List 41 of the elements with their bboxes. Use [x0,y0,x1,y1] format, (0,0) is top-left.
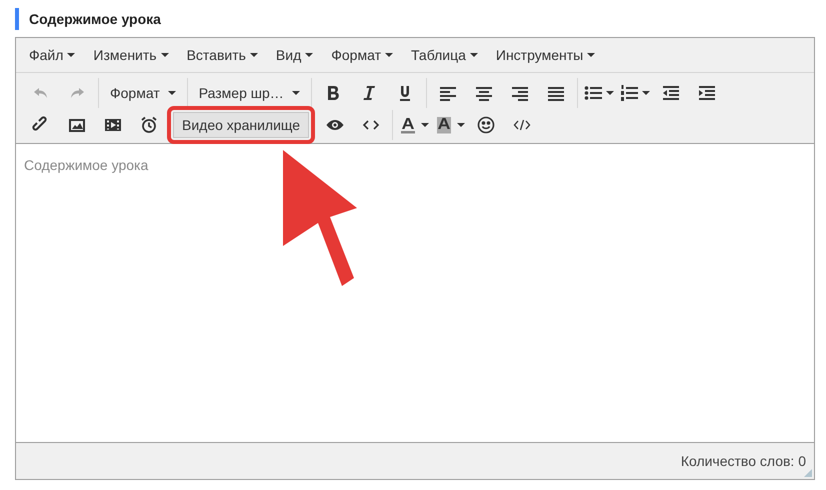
film-icon [104,116,122,134]
caret-icon [642,91,650,95]
video-storage-button[interactable]: Видео хранилище [173,112,310,138]
outdent-icon [662,84,680,102]
caret-icon [160,53,169,57]
caret-icon [421,123,430,127]
menu-item[interactable]: Файл [20,40,84,70]
highlight-color-icon [435,116,454,134]
menu-item[interactable]: Таблица [402,40,487,70]
dropdown-button[interactable]: Размер шр… [190,79,308,107]
caret-icon [384,53,393,57]
menu-item[interactable]: Инструменты [486,40,604,70]
numbered-list-icon [620,84,638,102]
justify-icon [546,84,565,102]
caret-icon [168,91,176,95]
alarm-clock-icon [140,116,158,134]
caret-icon [305,53,314,57]
align-center-icon [474,84,493,102]
caret-icon [606,91,614,95]
word-count: Количество слов: 0 [680,453,806,469]
caret-icon [67,53,76,57]
bullet-list-icon [584,84,602,102]
align-left-icon [438,84,457,102]
menu-item[interactable]: Вставить [178,40,267,70]
align-right-icon [510,84,529,102]
caret-icon [292,91,300,95]
section-title: Содержимое урока [29,11,161,27]
resize-handle-icon [804,469,812,477]
caret-icon [470,53,478,57]
caret-icon [587,53,596,57]
menu-item[interactable]: Формат [322,40,402,70]
image-icon [68,116,86,134]
indent-icon [698,84,716,102]
dropdown-button[interactable]: Формат [102,79,184,107]
caret-icon [457,123,466,127]
menu-item[interactable]: Вид [266,40,322,70]
smiley-icon [477,116,496,134]
caret-icon [250,53,258,57]
text-color-icon [399,116,418,134]
accent-bar [15,8,19,30]
menu-item[interactable]: Изменить [84,40,178,70]
